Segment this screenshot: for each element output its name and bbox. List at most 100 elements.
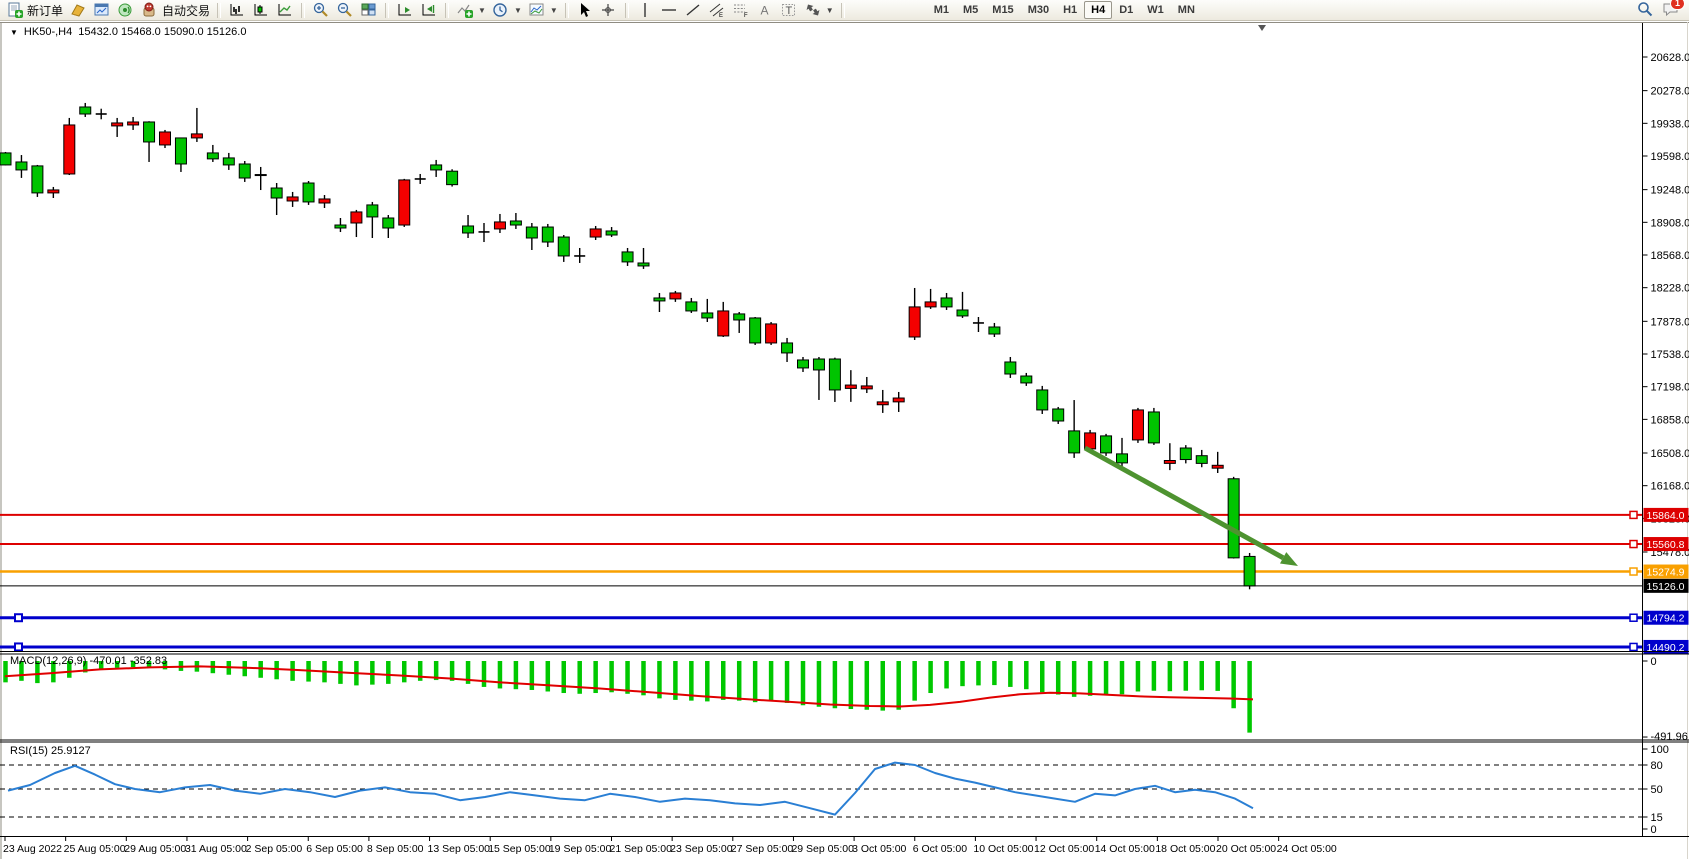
chart-shift-button[interactable]: [417, 1, 441, 19]
timeframe-m5-button[interactable]: M5: [956, 1, 985, 19]
line-handle-right[interactable]: [1630, 614, 1637, 621]
channel-button[interactable]: E: [705, 1, 729, 19]
timeframe-h1-button[interactable]: H1: [1056, 1, 1084, 19]
symbol-period-label: HK50-,H4: [24, 26, 72, 38]
candle-body: [447, 171, 458, 184]
price-tick-label: 19598.0: [1651, 151, 1689, 163]
timeframe-d1-button[interactable]: D1: [1112, 1, 1140, 19]
time-tick-label: 12 Oct 05:00: [1034, 843, 1094, 855]
candle-body: [271, 188, 282, 198]
charts-window-icon: [93, 2, 111, 18]
horizontal-line-button[interactable]: [657, 1, 681, 19]
line-handle-right[interactable]: [1630, 643, 1637, 650]
price-tick-label: 19938.0: [1651, 118, 1689, 130]
tile-windows-icon: [360, 2, 378, 18]
chart-shift-icon: [420, 2, 438, 18]
svg-text:A: A: [760, 4, 768, 18]
line-chart-button[interactable]: [273, 1, 297, 19]
timeframe-m1-button[interactable]: M1: [927, 1, 956, 19]
toolbar-separator: [217, 3, 221, 18]
candle-body: [255, 175, 266, 176]
timeframe-mn-button[interactable]: MN: [1171, 1, 1202, 19]
svg-text:T: T: [785, 5, 792, 17]
crosshair-icon: [600, 2, 618, 18]
price-tick-label: 17198.0: [1651, 382, 1689, 394]
vertical-line-button[interactable]: [633, 1, 657, 19]
new-order-button[interactable]: 新订单: [3, 1, 66, 19]
rsi-axis-label: 80: [1651, 760, 1663, 772]
candle-body: [782, 343, 793, 353]
macd-axis-min: -491.96: [1651, 731, 1688, 743]
candle-body: [112, 123, 123, 126]
autotrade-button[interactable]: 自动交易: [138, 1, 213, 19]
candle-body: [191, 134, 202, 138]
search-button[interactable]: [1636, 1, 1654, 20]
signals-button[interactable]: [114, 1, 138, 19]
charts-window-button[interactable]: [90, 1, 114, 19]
line-handle-right[interactable]: [1630, 511, 1637, 518]
tile-windows-button[interactable]: [357, 1, 381, 19]
text-button[interactable]: A: [753, 1, 777, 19]
toolbar-separator: [841, 3, 845, 18]
candle-body: [367, 205, 378, 217]
candle-body: [718, 311, 729, 336]
zoom-out-button[interactable]: [333, 1, 357, 19]
candle-body: [813, 359, 824, 370]
templates-button[interactable]: ▼: [525, 1, 561, 19]
price-tick-label: 16508.0: [1651, 448, 1689, 460]
line-handle-left[interactable]: [15, 643, 22, 650]
time-tick-label: 8 Sep 05:00: [367, 843, 424, 855]
symbol-dropdown-icon[interactable]: ▼: [10, 28, 18, 37]
new-order-label: 新订单: [27, 2, 63, 19]
text-icon: A: [756, 2, 774, 18]
candle-body: [319, 199, 330, 203]
channel-icon: E: [708, 2, 726, 18]
candle-body: [941, 298, 952, 307]
candle-body: [207, 153, 218, 159]
text-label-button[interactable]: T: [777, 1, 801, 19]
time-tick-label: 14 Oct 05:00: [1095, 843, 1155, 855]
cursor-button[interactable]: [573, 1, 597, 19]
bar-chart-button[interactable]: [225, 1, 249, 19]
candle-body: [702, 313, 713, 318]
line-handle-left[interactable]: [15, 614, 22, 621]
indicators-button[interactable]: ▼: [453, 1, 489, 19]
fibonacci-button[interactable]: F: [729, 1, 753, 19]
timeframe-m15-button[interactable]: M15: [985, 1, 1020, 19]
time-tick-label: 29 Sep 05:00: [791, 843, 854, 855]
zoom-in-button[interactable]: [309, 1, 333, 19]
chart-canvas[interactable]: 20628.020278.019938.019598.019248.018908…: [0, 22, 1689, 859]
candle: [447, 169, 458, 186]
candle-body: [287, 197, 298, 201]
candle-body: [558, 237, 569, 256]
styles-button[interactable]: [66, 1, 90, 19]
candle-body: [383, 218, 394, 228]
main-toolbar: 新订单 自动交易 ▼ ▼ ▼ E F A T ▼ M1M5M15M30H1H4D…: [0, 0, 1689, 21]
zoom-in-icon: [312, 2, 330, 18]
candle-body: [32, 166, 43, 193]
candle-body: [144, 122, 155, 142]
styles-icon: [69, 2, 87, 18]
periods-button[interactable]: ▼: [489, 1, 525, 19]
timeframe-h4-button[interactable]: H4: [1084, 1, 1112, 19]
notifications-button[interactable]: 1: [1662, 1, 1680, 20]
time-tick-label: 13 Sep 05:00: [428, 843, 491, 855]
timeframe-w1-button[interactable]: W1: [1140, 1, 1171, 19]
candle: [1228, 477, 1239, 559]
crosshair-button[interactable]: [597, 1, 621, 19]
line-handle-right[interactable]: [1630, 568, 1637, 575]
price-tick-label: 20628.0: [1651, 52, 1689, 64]
trendline-button[interactable]: [681, 1, 705, 19]
auto-scroll-button[interactable]: [393, 1, 417, 19]
candle: [766, 322, 777, 345]
candlestick-button[interactable]: [249, 1, 273, 19]
horizontal-line-icon: [660, 2, 678, 18]
trendline-icon: [684, 2, 702, 18]
chevron-down-icon: ▼: [550, 6, 558, 15]
line-handle-right[interactable]: [1630, 541, 1637, 548]
arrows-button[interactable]: ▼: [801, 1, 837, 19]
timeframe-m30-button[interactable]: M30: [1021, 1, 1056, 19]
time-tick-label: 23 Sep 05:00: [670, 843, 733, 855]
auto-scroll-icon: [396, 2, 414, 18]
time-tick-label: 19 Sep 05:00: [549, 843, 612, 855]
